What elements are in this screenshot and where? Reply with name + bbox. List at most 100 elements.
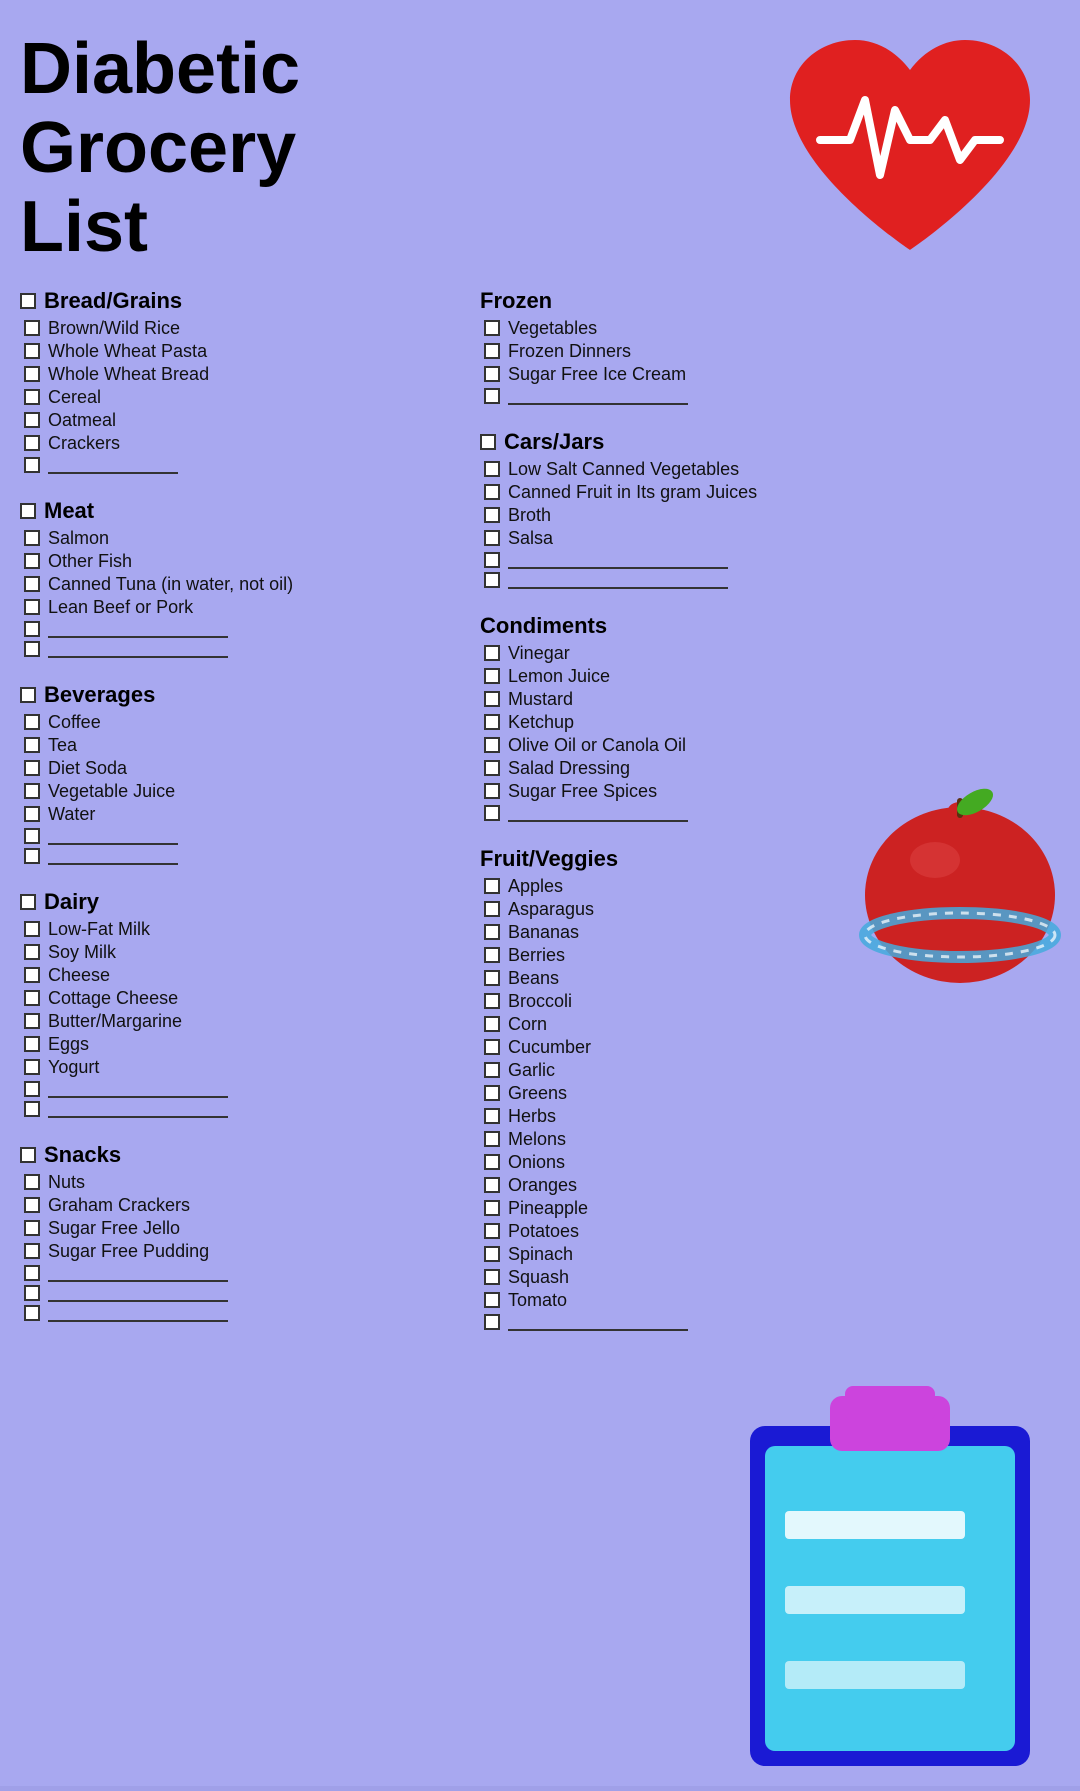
item-checkbox[interactable] (484, 461, 500, 477)
item-checkbox[interactable] (24, 530, 40, 546)
section-checkbox-meat[interactable] (20, 503, 36, 519)
blank-field[interactable] (48, 1100, 228, 1118)
item-checkbox[interactable] (484, 1154, 500, 1170)
item-checkbox[interactable] (484, 1223, 500, 1239)
item-checkbox[interactable] (484, 1108, 500, 1124)
item-checkbox[interactable] (484, 507, 500, 523)
item-checkbox[interactable] (24, 435, 40, 451)
item-checkbox[interactable] (484, 691, 500, 707)
item-checkbox[interactable] (484, 993, 500, 1009)
item-checkbox[interactable] (484, 484, 500, 500)
section-checkbox-dairy[interactable] (20, 894, 36, 910)
blank-checkbox[interactable] (484, 388, 500, 404)
item-checkbox[interactable] (24, 944, 40, 960)
item-checkbox[interactable] (24, 366, 40, 382)
blank-checkbox[interactable] (484, 572, 500, 588)
blank-checkbox[interactable] (484, 552, 500, 568)
blank-checkbox[interactable] (24, 1305, 40, 1321)
item-checkbox[interactable] (24, 760, 40, 776)
item-label: Cottage Cheese (48, 988, 178, 1009)
item-checkbox[interactable] (24, 1197, 40, 1213)
blank-field[interactable] (508, 804, 688, 822)
item-checkbox[interactable] (24, 737, 40, 753)
item-checkbox[interactable] (24, 1243, 40, 1259)
blank-checkbox[interactable] (24, 621, 40, 637)
item-checkbox[interactable] (484, 901, 500, 917)
item-checkbox[interactable] (24, 806, 40, 822)
item-checkbox[interactable] (24, 990, 40, 1006)
item-checkbox[interactable] (24, 320, 40, 336)
item-checkbox[interactable] (484, 1269, 500, 1285)
blank-field[interactable] (48, 1264, 228, 1282)
item-checkbox[interactable] (24, 1013, 40, 1029)
blank-checkbox[interactable] (484, 1314, 500, 1330)
item-checkbox[interactable] (484, 668, 500, 684)
item-checkbox[interactable] (24, 553, 40, 569)
item-label: Low Salt Canned Vegetables (508, 459, 739, 480)
item-checkbox[interactable] (24, 576, 40, 592)
item-checkbox[interactable] (484, 1200, 500, 1216)
item-checkbox[interactable] (484, 783, 500, 799)
item-checkbox[interactable] (24, 599, 40, 615)
blank-checkbox[interactable] (24, 828, 40, 844)
item-checkbox[interactable] (484, 1292, 500, 1308)
blank-checkbox[interactable] (24, 1285, 40, 1301)
blank-checkbox[interactable] (24, 1081, 40, 1097)
section-checkbox-snacks[interactable] (20, 1147, 36, 1163)
item-label: Oatmeal (48, 410, 116, 431)
item-checkbox[interactable] (24, 412, 40, 428)
blank-field[interactable] (508, 387, 688, 405)
blank-field[interactable] (48, 847, 178, 865)
item-checkbox[interactable] (484, 343, 500, 359)
item-checkbox[interactable] (24, 714, 40, 730)
item-checkbox[interactable] (484, 1062, 500, 1078)
blank-field[interactable] (48, 827, 178, 845)
item-checkbox[interactable] (24, 921, 40, 937)
item-checkbox[interactable] (484, 924, 500, 940)
item-checkbox[interactable] (484, 878, 500, 894)
item-checkbox[interactable] (24, 1174, 40, 1190)
item-checkbox[interactable] (24, 1220, 40, 1236)
item-checkbox[interactable] (484, 1246, 500, 1262)
blank-field[interactable] (48, 1080, 228, 1098)
item-checkbox[interactable] (24, 967, 40, 983)
blank-field[interactable] (48, 1304, 228, 1322)
blank-field[interactable] (508, 551, 728, 569)
item-checkbox[interactable] (24, 1036, 40, 1052)
list-item: Canned Tuna (in water, not oil) (20, 574, 450, 595)
list-item: Lean Beef or Pork (20, 597, 450, 618)
blank-checkbox[interactable] (24, 1101, 40, 1117)
item-checkbox[interactable] (24, 389, 40, 405)
blank-checkbox[interactable] (24, 457, 40, 473)
item-checkbox[interactable] (484, 1131, 500, 1147)
item-checkbox[interactable] (484, 530, 500, 546)
item-checkbox[interactable] (484, 947, 500, 963)
blank-field[interactable] (48, 640, 228, 658)
item-checkbox[interactable] (484, 970, 500, 986)
item-checkbox[interactable] (484, 760, 500, 776)
item-checkbox[interactable] (484, 1039, 500, 1055)
item-checkbox[interactable] (484, 714, 500, 730)
item-checkbox[interactable] (484, 1085, 500, 1101)
blank-field[interactable] (48, 1284, 228, 1302)
section-checkbox-beverages[interactable] (20, 687, 36, 703)
item-checkbox[interactable] (484, 645, 500, 661)
item-checkbox[interactable] (484, 320, 500, 336)
blank-checkbox[interactable] (24, 1265, 40, 1281)
item-checkbox[interactable] (484, 737, 500, 753)
blank-field[interactable] (508, 1313, 688, 1331)
section-checkbox-bread[interactable] (20, 293, 36, 309)
section-checkbox-cans[interactable] (480, 434, 496, 450)
item-checkbox[interactable] (484, 366, 500, 382)
blank-checkbox[interactable] (484, 805, 500, 821)
item-checkbox[interactable] (24, 783, 40, 799)
blank-field[interactable] (508, 571, 728, 589)
item-checkbox[interactable] (484, 1016, 500, 1032)
blank-field[interactable] (48, 620, 228, 638)
blank-field[interactable] (48, 456, 178, 474)
item-checkbox[interactable] (24, 1059, 40, 1075)
item-checkbox[interactable] (24, 343, 40, 359)
blank-checkbox[interactable] (24, 641, 40, 657)
blank-checkbox[interactable] (24, 848, 40, 864)
item-checkbox[interactable] (484, 1177, 500, 1193)
